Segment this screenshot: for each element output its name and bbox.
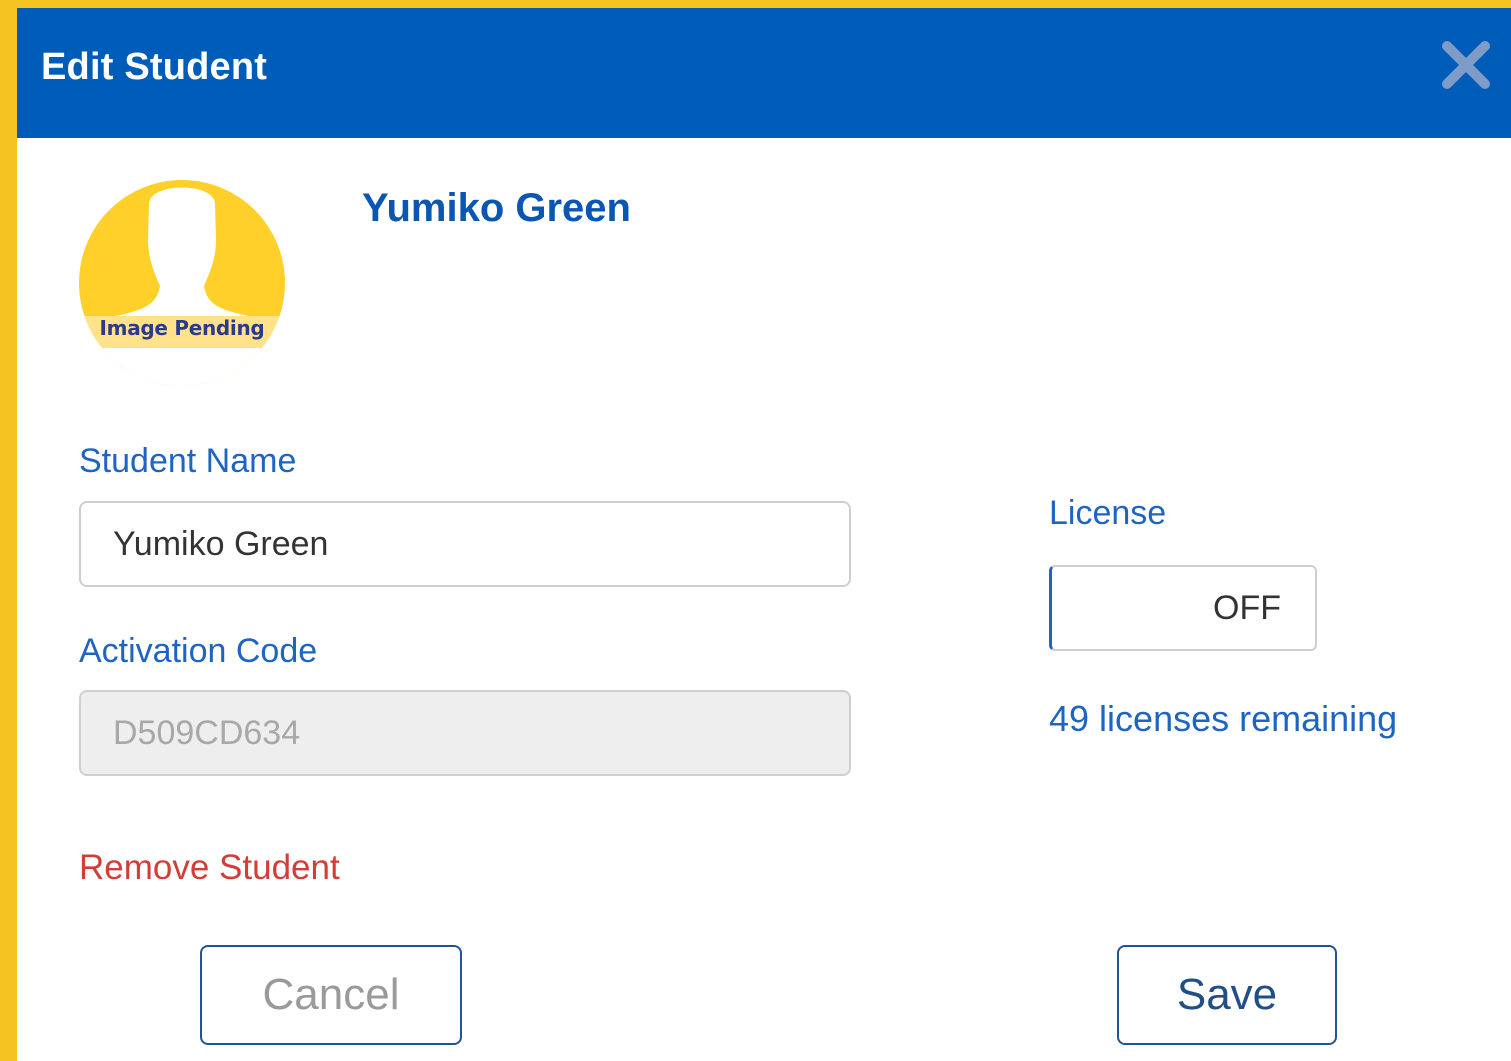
license-toggle-state: OFF	[1213, 589, 1281, 627]
save-button[interactable]: Save	[1117, 945, 1337, 1045]
student-name-heading: Yumiko Green	[362, 186, 631, 230]
activation-code-input	[79, 690, 851, 776]
avatar-caption: Image Pending	[99, 316, 265, 340]
cancel-button[interactable]: Cancel	[200, 945, 462, 1045]
activation-code-label: Activation Code	[79, 632, 318, 670]
person-silhouette-icon	[79, 187, 285, 386]
avatar[interactable]: Image Pending	[79, 180, 285, 386]
student-name-label: Student Name	[79, 442, 297, 480]
close-button[interactable]	[1437, 36, 1495, 94]
dialog-title: Edit Student	[41, 46, 268, 88]
licenses-remaining: 49 licenses remaining	[1049, 698, 1398, 739]
remove-student-link[interactable]: Remove Student	[79, 848, 340, 888]
student-name-input[interactable]	[79, 501, 851, 587]
close-icon	[1442, 41, 1490, 89]
edit-student-dialog: Edit Student Image Pending Yumiko Green …	[17, 8, 1511, 1061]
license-toggle[interactable]: OFF	[1049, 565, 1317, 651]
license-label: License	[1049, 494, 1167, 532]
dialog-header: Edit Student	[17, 8, 1511, 138]
